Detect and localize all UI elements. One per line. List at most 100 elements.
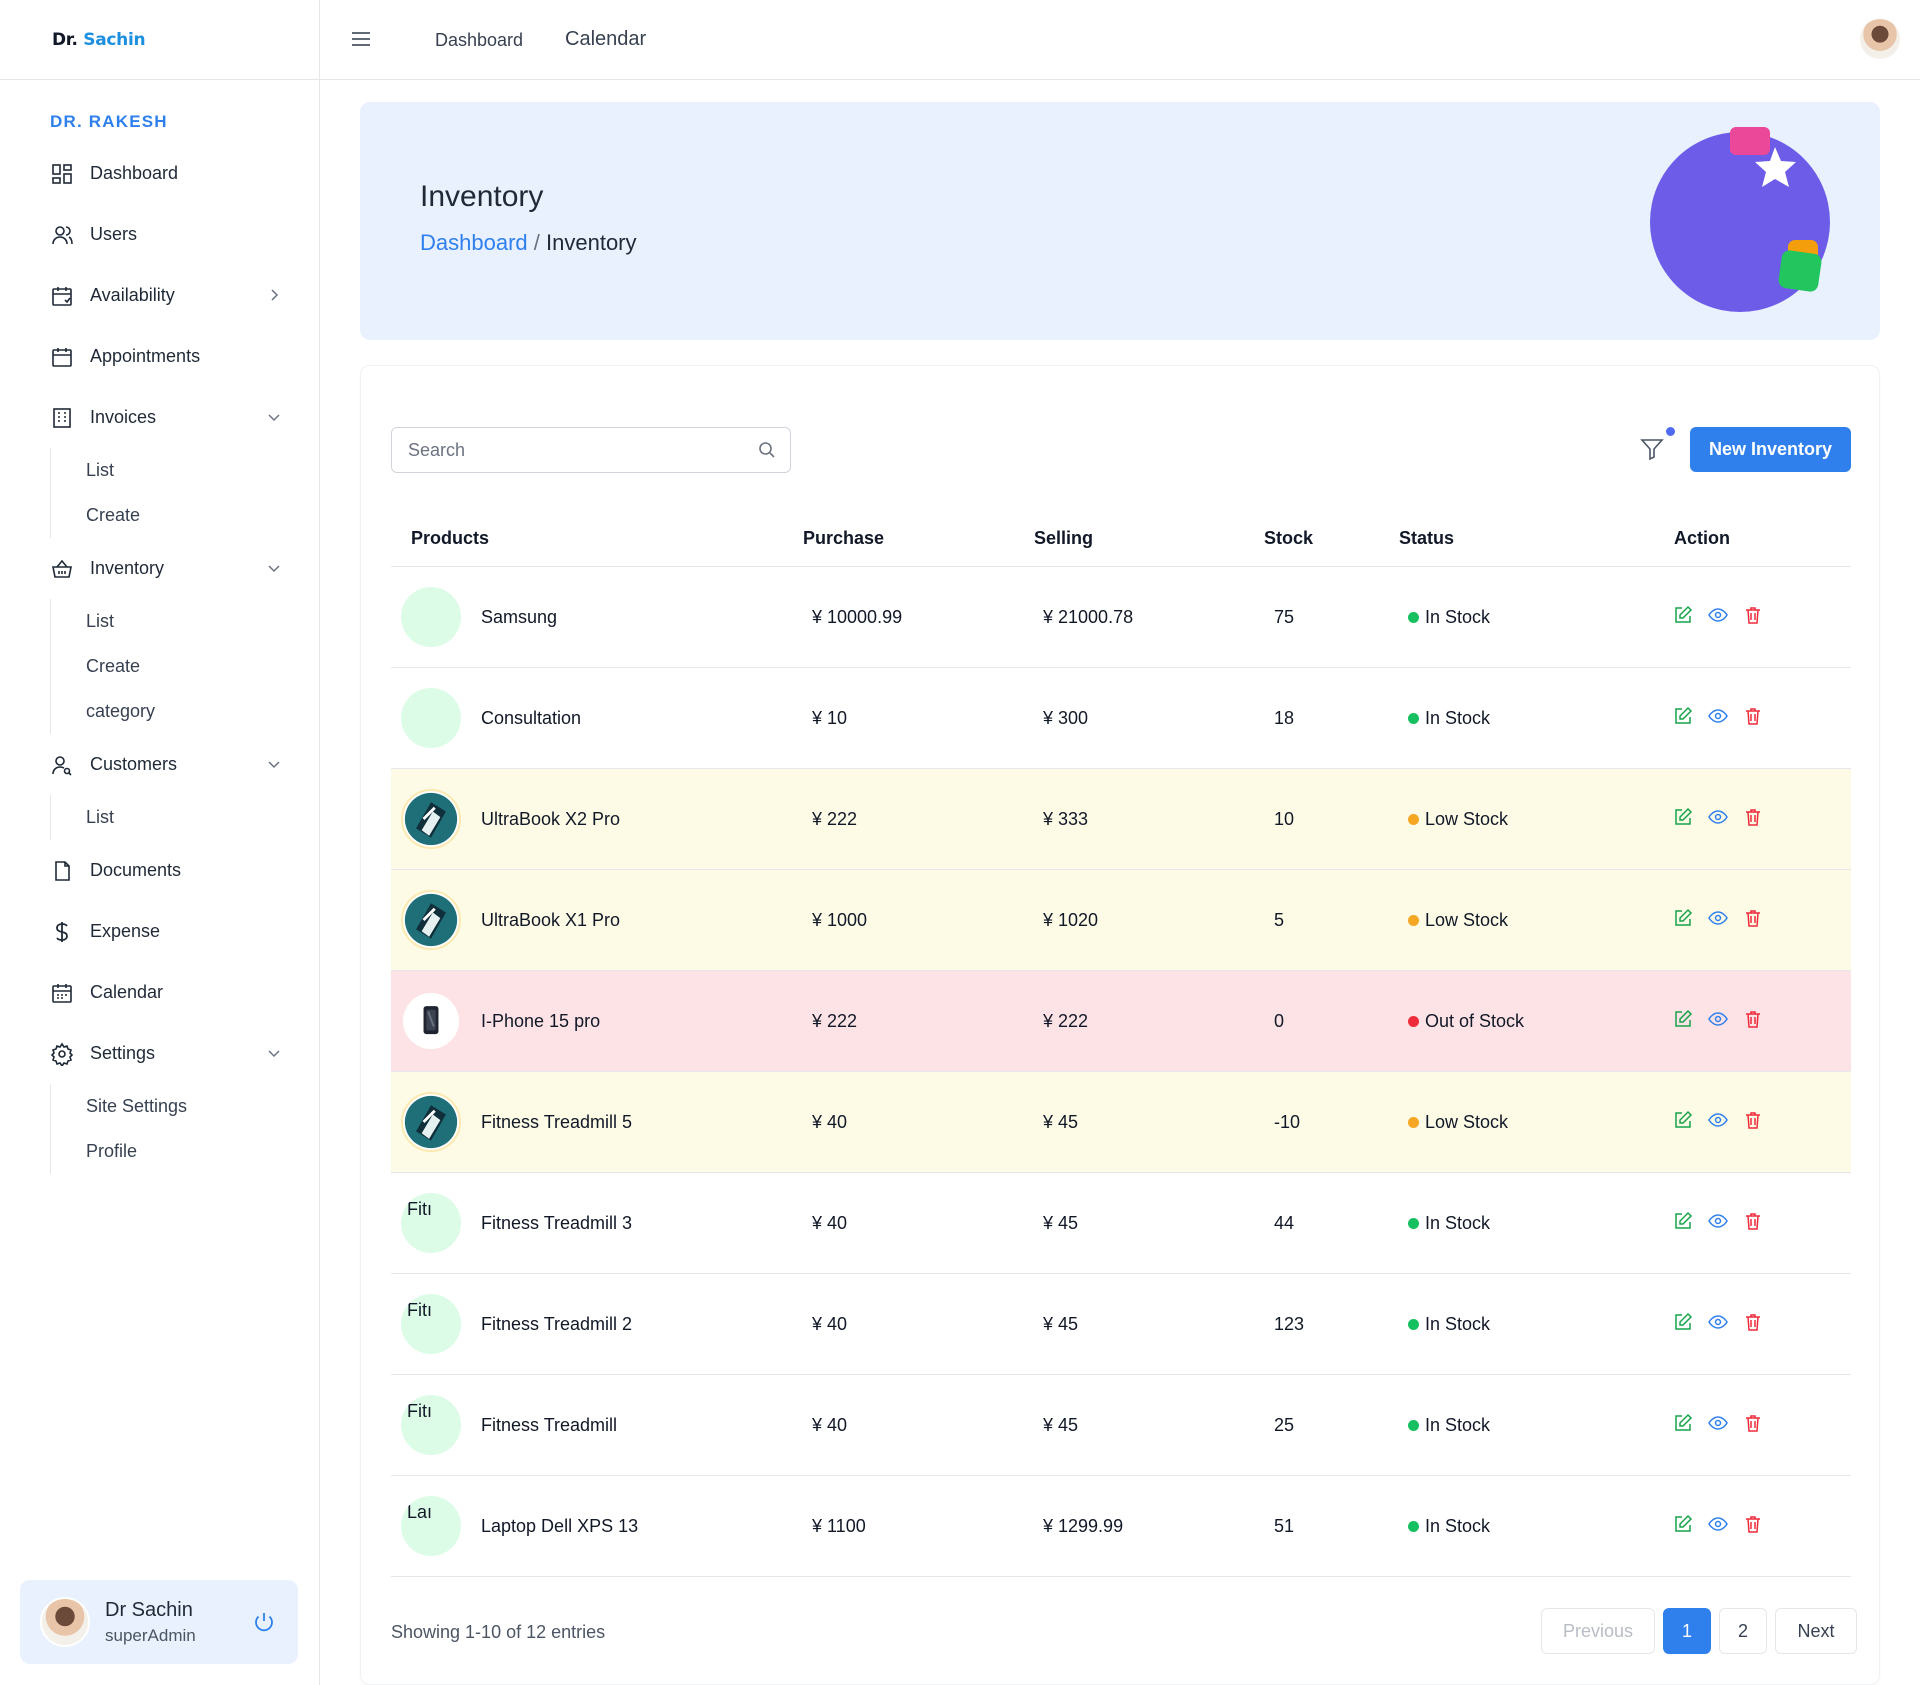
delete-icon[interactable] — [1743, 1413, 1763, 1433]
view-icon[interactable] — [1708, 1110, 1728, 1130]
view-icon[interactable] — [1708, 1514, 1728, 1534]
submenu-item-inventory-create[interactable]: Create — [86, 644, 320, 689]
stock-count: -10 — [1274, 1112, 1301, 1132]
edit-icon[interactable] — [1673, 1009, 1693, 1029]
stock-count: 123 — [1274, 1314, 1305, 1334]
menu-icon[interactable] — [350, 28, 372, 50]
search-icon[interactable] — [758, 441, 776, 459]
product-name[interactable]: Consultation — [481, 708, 581, 729]
purchase-price: ¥ 222 — [812, 1011, 858, 1031]
page-button-1[interactable]: 1 — [1663, 1608, 1711, 1654]
view-icon[interactable] — [1708, 1009, 1728, 1029]
purchase-price: ¥ 1000 — [812, 910, 868, 930]
product-name[interactable]: I-Phone 15 pro — [481, 1011, 600, 1032]
delete-icon[interactable] — [1743, 605, 1763, 625]
dashboard-icon — [50, 162, 74, 186]
column-header-status[interactable]: Status — [1399, 528, 1454, 549]
product-name[interactable]: Fitness Treadmill 5 — [481, 1112, 632, 1133]
sidebar-item-calendar[interactable]: Calendar — [0, 962, 320, 1023]
delete-icon[interactable] — [1743, 706, 1763, 726]
product-name[interactable]: Fitness Treadmill 2 — [481, 1314, 632, 1335]
new-inventory-button[interactable]: New Inventory — [1690, 427, 1851, 472]
product-name[interactable]: Fitness Treadmill 3 — [481, 1213, 632, 1234]
view-icon[interactable] — [1708, 1211, 1728, 1231]
submenu-item-inventory-category[interactable]: category — [86, 689, 320, 734]
sidebar-item-inventory[interactable]: Inventory — [0, 538, 320, 599]
delete-icon[interactable] — [1743, 1514, 1763, 1534]
submenu-item-inventory-list[interactable]: List — [86, 599, 320, 644]
sidebar-item-dashboard[interactable]: Dashboard — [0, 143, 320, 204]
sidebar-item-customers[interactable]: Customers — [0, 734, 320, 795]
dollar-icon — [50, 920, 74, 944]
product-name[interactable]: Samsung — [481, 607, 557, 628]
purchase-price: ¥ 10000.99 — [812, 607, 903, 627]
submenu-item-profile[interactable]: Profile — [86, 1129, 320, 1174]
submenu-item-site-settings[interactable]: Site Settings — [86, 1084, 320, 1129]
edit-icon[interactable] — [1673, 1514, 1693, 1534]
edit-icon[interactable] — [1673, 807, 1693, 827]
product-name[interactable]: UltraBook X2 Pro — [481, 809, 620, 830]
calendar-grid-icon — [50, 981, 74, 1005]
status-dot — [1408, 1420, 1419, 1431]
previous-page-button[interactable]: Previous — [1541, 1608, 1655, 1654]
column-header-stock[interactable]: Stock — [1264, 528, 1313, 549]
stock-count: 10 — [1274, 809, 1295, 829]
product-image: Laı — [401, 1496, 461, 1556]
sidebar-item-users[interactable]: Users — [0, 204, 320, 265]
edit-icon[interactable] — [1673, 908, 1693, 928]
sidebar-item-invoices[interactable]: Invoices — [0, 387, 320, 448]
product-name[interactable]: Laptop Dell XPS 13 — [481, 1516, 638, 1537]
view-icon[interactable] — [1708, 807, 1728, 827]
filter-icon[interactable] — [1639, 436, 1665, 462]
sidebar-item-availability[interactable]: Availability — [0, 265, 320, 326]
submenu-item-customers-list[interactable]: List — [86, 795, 320, 840]
search-input[interactable] — [408, 439, 728, 461]
power-icon[interactable] — [252, 1610, 276, 1634]
logo-part-1: Dr. — [52, 29, 78, 50]
status-label: In Stock — [1425, 708, 1491, 728]
status-label: Low Stock — [1425, 809, 1509, 829]
delete-icon[interactable] — [1743, 908, 1763, 928]
sidebar-item-appointments[interactable]: Appointments — [0, 326, 320, 387]
submenu-item-invoices-list[interactable]: List — [86, 448, 320, 493]
column-header-selling[interactable]: Selling — [1034, 528, 1093, 549]
view-icon[interactable] — [1708, 706, 1728, 726]
logo[interactable]: Dr. Sachin — [52, 29, 146, 50]
row-actions — [1673, 1413, 1763, 1433]
top-link-dashboard[interactable]: Dashboard — [435, 30, 523, 51]
submenu-item-invoices-create[interactable]: Create — [86, 493, 320, 538]
column-header-products[interactable]: Products — [411, 528, 489, 549]
page-button-2[interactable]: 2 — [1719, 1608, 1767, 1654]
column-header-action: Action — [1674, 528, 1730, 548]
delete-icon[interactable] — [1743, 1312, 1763, 1332]
user-card: Dr Sachin superAdmin — [20, 1580, 298, 1664]
sidebar-item-settings[interactable]: Settings — [0, 1023, 320, 1084]
edit-icon[interactable] — [1673, 706, 1693, 726]
delete-icon[interactable] — [1743, 1211, 1763, 1231]
delete-icon[interactable] — [1743, 1110, 1763, 1130]
product-name[interactable]: UltraBook X1 Pro — [481, 910, 620, 931]
next-page-button[interactable]: Next — [1775, 1608, 1857, 1654]
selling-price: ¥ 333 — [1043, 809, 1089, 829]
customers-submenu: List — [50, 795, 320, 840]
product-name[interactable]: Fitness Treadmill — [481, 1415, 617, 1436]
edit-icon[interactable] — [1673, 1312, 1693, 1332]
delete-icon[interactable] — [1743, 1009, 1763, 1029]
breadcrumb-link-dashboard[interactable]: Dashboard — [420, 230, 528, 255]
edit-icon[interactable] — [1673, 605, 1693, 625]
view-icon[interactable] — [1708, 1312, 1728, 1332]
delete-icon[interactable] — [1743, 807, 1763, 827]
edit-icon[interactable] — [1673, 1110, 1693, 1130]
top-link-calendar[interactable]: Calendar — [565, 28, 646, 51]
view-icon[interactable] — [1708, 1413, 1728, 1433]
avatar[interactable] — [1860, 19, 1900, 59]
table-body: Samsung ¥ 10000.99 ¥ 21000.78 75 In Stock Con… — [391, 567, 1851, 1577]
user-role: superAdmin — [105, 1625, 196, 1645]
view-icon[interactable] — [1708, 908, 1728, 928]
edit-icon[interactable] — [1673, 1413, 1693, 1433]
sidebar-item-documents[interactable]: Documents — [0, 840, 320, 901]
column-header-purchase[interactable]: Purchase — [803, 528, 884, 549]
view-icon[interactable] — [1708, 605, 1728, 625]
edit-icon[interactable] — [1673, 1211, 1693, 1231]
sidebar-item-expense[interactable]: Expense — [0, 901, 320, 962]
